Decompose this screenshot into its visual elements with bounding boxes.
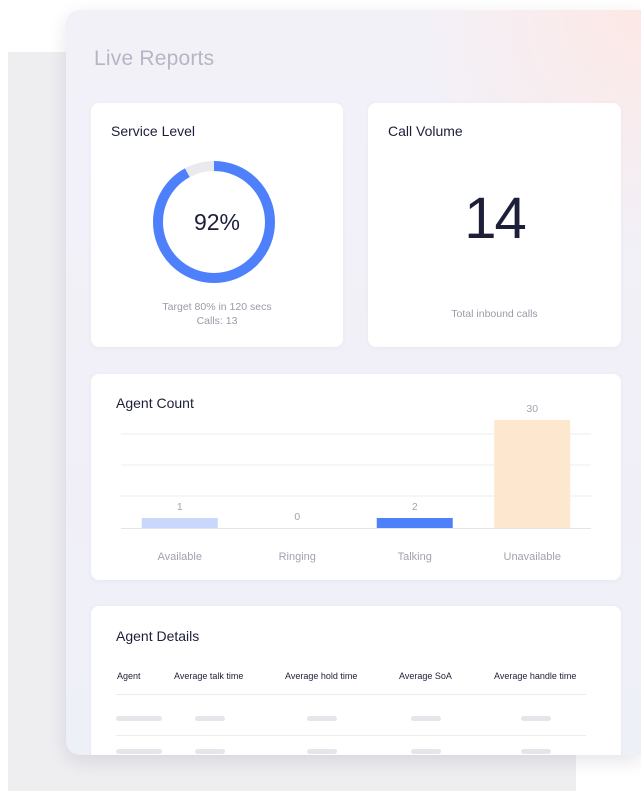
bar-value-label: 30	[526, 403, 538, 415]
bar-value-label: 1	[177, 501, 183, 513]
agent-details-card[interactable]: Agent Details Agent Average talk time Av…	[91, 606, 621, 755]
bar-available[interactable]	[141, 518, 218, 528]
bar-value-label: 0	[294, 511, 300, 523]
skeleton-cell	[411, 749, 441, 754]
page-title: Live Reports	[94, 47, 215, 70]
skeleton-cell	[411, 716, 441, 721]
service-level-target: Target 80% in 120 secs	[162, 301, 272, 313]
skeleton-cell	[521, 749, 551, 754]
category-label: Available	[158, 551, 202, 563]
call-volume-card[interactable]: Call Volume 14 Total inbound calls	[368, 103, 621, 347]
table-row-divider	[116, 735, 586, 736]
live-reports-panel: Live Reports Service Level 92% Target 80…	[66, 10, 641, 755]
table-header-divider	[116, 694, 586, 695]
skeleton-cell	[307, 716, 337, 721]
bar-talking[interactable]	[376, 518, 453, 528]
service-level-title: Service Level	[111, 123, 196, 139]
skeleton-cell	[195, 749, 225, 754]
agent-count-card[interactable]: Agent Count 1 Available 0 Ringing 2 Talking 30…	[91, 374, 621, 580]
skeleton-cell	[116, 749, 162, 754]
category-label: Unavailable	[504, 551, 561, 563]
category-label: Talking	[398, 551, 432, 563]
service-level-card[interactable]: Service Level 92% Target 80% in 120 secs…	[91, 103, 343, 347]
category-label: Ringing	[279, 551, 316, 563]
skeleton-cell	[195, 716, 225, 721]
call-volume-value: 14	[464, 186, 527, 251]
column-header-agent[interactable]: Agent	[117, 671, 141, 681]
skeleton-cell	[307, 749, 337, 754]
service-level-calls: Calls: 13	[196, 315, 238, 327]
column-header-avg-handle-time[interactable]: Average handle time	[494, 671, 576, 681]
call-volume-title: Call Volume	[388, 123, 463, 139]
bar-value-label: 2	[412, 501, 418, 513]
column-header-avg-soa[interactable]: Average SoA	[399, 671, 452, 681]
column-header-avg-hold-time[interactable]: Average hold time	[285, 671, 357, 681]
agent-count-chart: 1 Available 0 Ringing 2 Talking 30 Unavailable	[121, 403, 591, 563]
skeleton-cell	[521, 716, 551, 721]
bar-unavailable[interactable]	[494, 420, 571, 528]
skeleton-cell	[116, 716, 162, 721]
call-volume-caption: Total inbound calls	[451, 308, 538, 320]
agent-details-title: Agent Details	[116, 628, 200, 644]
column-header-avg-talk-time[interactable]: Average talk time	[174, 671, 243, 681]
service-level-percent: 92%	[193, 209, 241, 235]
